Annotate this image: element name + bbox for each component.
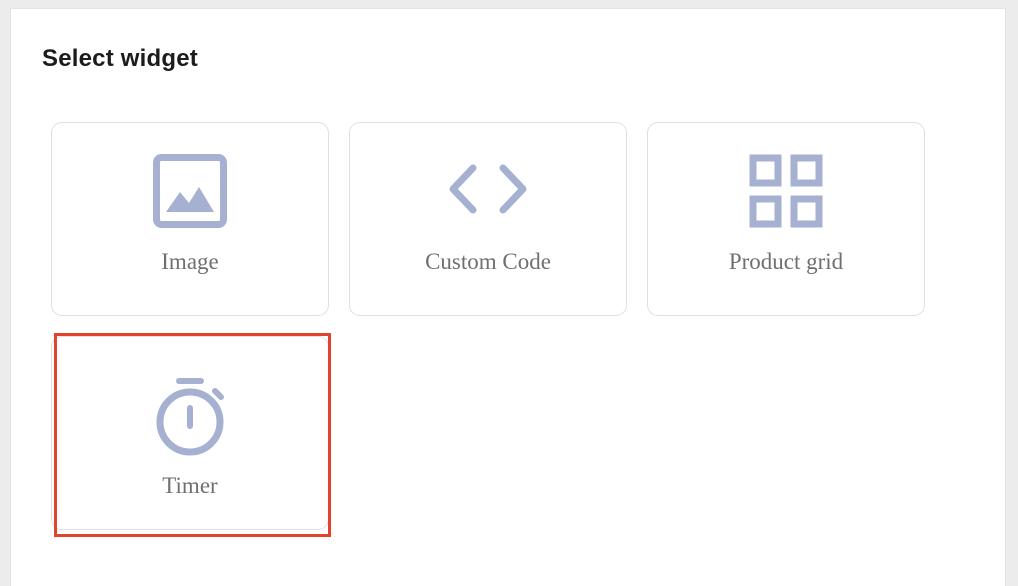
widget-tile-image[interactable]: Image <box>51 122 329 316</box>
stopwatch-icon <box>156 378 224 456</box>
panel-title: Select widget <box>42 45 198 72</box>
grid-icon <box>749 154 823 228</box>
widget-label-image: Image <box>161 249 219 274</box>
image-icon <box>153 154 227 228</box>
code-icon <box>449 164 527 214</box>
widget-label-timer: Timer <box>162 473 218 498</box>
widget-label-product-grid: Product grid <box>728 249 844 274</box>
widget-tile-timer[interactable]: Timer <box>51 336 329 530</box>
page: Select widget Image Custom Code Product <box>0 0 1018 586</box>
widget-tile-custom-code[interactable]: Custom Code <box>349 122 627 316</box>
widget-tile-product-grid[interactable]: Product grid <box>647 122 925 316</box>
widget-label-custom-code: Custom Code <box>425 249 551 274</box>
widget-selection-panel: Select widget Image Custom Code Product <box>10 8 1006 586</box>
